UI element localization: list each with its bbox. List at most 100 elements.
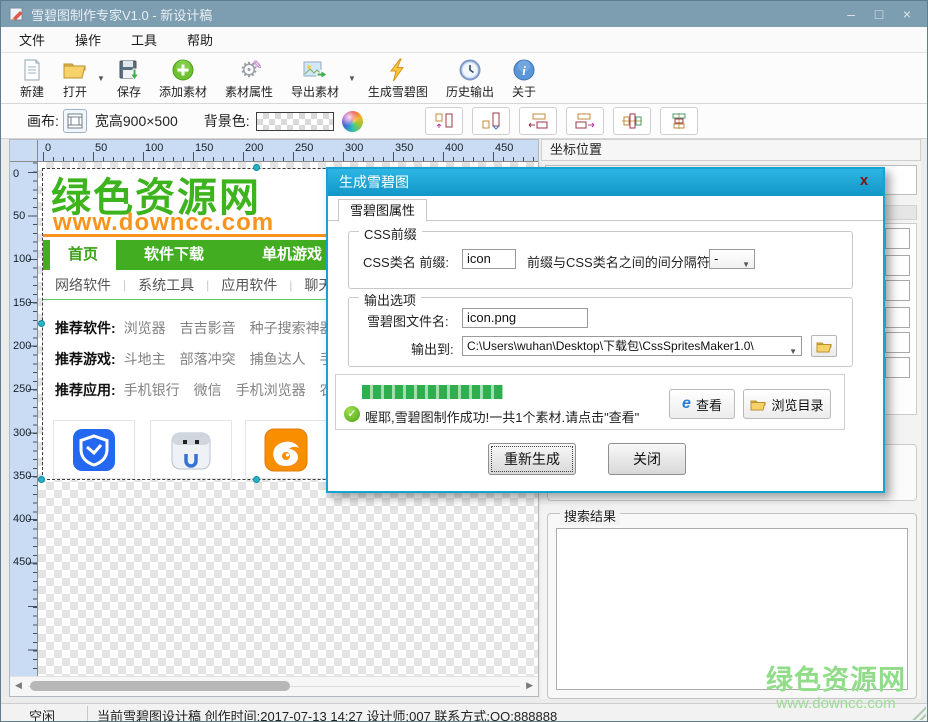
css-class-label: CSS类名 前缀: bbox=[363, 252, 449, 271]
window-title: 雪碧图制作专家V1.0 - 新设计稿 bbox=[31, 5, 212, 24]
material-properties-icon: ⚙ ✎ bbox=[240, 56, 259, 83]
coordinate-field[interactable] bbox=[885, 332, 910, 353]
save-icon bbox=[117, 56, 141, 83]
app-box-2 bbox=[150, 420, 232, 479]
view-button[interactable]: e 查看 bbox=[669, 389, 735, 419]
dialog-title-bar[interactable]: 生成雪碧图 bbox=[328, 169, 883, 196]
canvas-size-text: 宽高900×500 bbox=[95, 111, 178, 131]
selection-handle-left[interactable] bbox=[38, 320, 45, 327]
dialog-close-button[interactable]: x bbox=[855, 172, 873, 189]
status-bar: 空闲 当前雪碧图设计稿 创作时间:2017-07-13 14:27 设计师:00… bbox=[1, 703, 927, 722]
align-left-button[interactable] bbox=[519, 107, 557, 135]
material-properties-button[interactable]: ⚙ ✎ 素材属性 bbox=[216, 55, 282, 102]
dialog-close-action-button[interactable]: 关闭 bbox=[608, 443, 686, 475]
menu-help[interactable]: 帮助 bbox=[187, 30, 213, 49]
generate-sprite-icon bbox=[387, 56, 409, 83]
align-bottom-button[interactable] bbox=[472, 107, 510, 135]
separator-select[interactable]: - ▼ bbox=[709, 249, 755, 269]
status-idle-text: 空闲 bbox=[29, 706, 55, 722]
horizontal-ruler: 0 50 100 150 200 250 300 350 400 450 bbox=[38, 140, 538, 162]
center-vertical-button[interactable] bbox=[660, 107, 698, 135]
ie-browser-icon: e bbox=[682, 395, 691, 413]
folder-icon bbox=[750, 398, 766, 411]
ruler-corner bbox=[10, 140, 38, 162]
bg-color-label: 背景色: bbox=[204, 111, 250, 131]
new-document-icon bbox=[20, 56, 44, 83]
align-top-button[interactable] bbox=[425, 107, 463, 135]
scrollbar-thumb[interactable] bbox=[30, 681, 290, 691]
about-button[interactable]: i 关于 bbox=[503, 55, 545, 102]
color-wheel-icon[interactable] bbox=[342, 111, 363, 132]
generate-sprite-dialog: 生成雪碧图 x 雪碧图属性 CSS前缀 CSS类名 前缀: icon 前缀与CS… bbox=[326, 167, 885, 493]
site-nav-software: 软件下载 bbox=[126, 240, 222, 270]
uc-browser-icon bbox=[264, 428, 308, 472]
menu-edit[interactable]: 操作 bbox=[75, 30, 101, 49]
add-material-button[interactable]: 添加素材 bbox=[150, 55, 216, 102]
canvas-label: 画布: bbox=[27, 111, 59, 131]
generate-sprite-button[interactable]: 生成雪碧图 bbox=[359, 55, 437, 102]
chevron-down-icon: ▼ bbox=[742, 256, 750, 269]
coordinate-field[interactable] bbox=[885, 307, 910, 328]
title-bar[interactable]: 雪碧图制作专家V1.0 - 新设计稿 – □ × bbox=[1, 1, 927, 27]
app-box-3 bbox=[245, 420, 327, 479]
result-panel: ✓ 喔耶,雪碧图制作成功!一共1个素材.请点击"查看" e 查看 浏览目录 bbox=[335, 374, 845, 430]
output-options-group: 输出选项 雪碧图文件名: icon.png 输出到: C:\Users\wuha… bbox=[348, 297, 853, 367]
bg-color-swatch[interactable] bbox=[256, 112, 334, 131]
menu-tools[interactable]: 工具 bbox=[131, 30, 157, 49]
canvas-settings-bar: 画布: 宽高900×500 背景色: bbox=[1, 104, 927, 139]
coordinate-field[interactable] bbox=[885, 255, 910, 276]
search-results-title: 搜索结果 bbox=[560, 506, 620, 525]
history-output-button[interactable]: 历史输出 bbox=[437, 55, 503, 102]
coordinate-field[interactable] bbox=[885, 357, 910, 378]
css-class-input[interactable]: icon bbox=[462, 249, 516, 269]
export-dropdown-icon[interactable]: ▼ bbox=[348, 74, 356, 83]
selection-handle-top[interactable] bbox=[253, 164, 260, 171]
close-button[interactable]: × bbox=[893, 6, 921, 22]
new-button[interactable]: 新建 bbox=[11, 55, 53, 102]
export-material-button[interactable]: 导出素材 bbox=[282, 55, 348, 102]
output-path-label: 输出到: bbox=[411, 339, 454, 358]
add-material-icon bbox=[171, 56, 195, 83]
search-results-list[interactable] bbox=[556, 528, 908, 690]
center-horizontal-button[interactable] bbox=[613, 107, 651, 135]
browse-folder-button[interactable] bbox=[811, 335, 837, 357]
menu-file[interactable]: 文件 bbox=[19, 30, 45, 49]
save-button[interactable]: 保存 bbox=[108, 55, 150, 102]
vertical-ruler: 0 50 100 150 200 250 300 350 400 450 bbox=[10, 162, 38, 676]
site-logo-url: www.downcc.com bbox=[53, 209, 274, 237]
sprite-filename-input[interactable]: icon.png bbox=[462, 308, 588, 328]
coordinate-field[interactable] bbox=[885, 280, 910, 301]
tab-sprite-properties[interactable]: 雪碧图属性 bbox=[338, 199, 427, 222]
app-window: 雪碧图制作专家V1.0 - 新设计稿 – □ × 文件 操作 工具 帮助 新建 … bbox=[0, 0, 928, 722]
canvas-size-button[interactable] bbox=[63, 109, 87, 133]
browse-directory-button[interactable]: 浏览目录 bbox=[743, 389, 831, 419]
selection-handle-bottom-left[interactable] bbox=[38, 476, 45, 483]
export-material-icon bbox=[302, 56, 328, 83]
svg-text:i: i bbox=[522, 63, 526, 78]
history-output-icon bbox=[458, 56, 482, 83]
main-toolbar: 新建 打开 ▼ 保存 添加素材 ⚙ ✎ 素材属性 导出素材 bbox=[1, 53, 927, 104]
status-separator bbox=[87, 706, 88, 721]
folder-icon bbox=[816, 340, 832, 353]
selection-handle-bottom[interactable] bbox=[253, 476, 260, 483]
scroll-right-icon[interactable]: ▶ bbox=[526, 680, 533, 691]
maximize-button[interactable]: □ bbox=[865, 6, 893, 22]
regenerate-button[interactable]: 重新生成 bbox=[488, 443, 576, 475]
horizontal-scrollbar[interactable]: ◀ ▶ bbox=[10, 676, 538, 696]
app-box-1 bbox=[53, 420, 135, 479]
about-icon: i bbox=[512, 56, 536, 83]
open-button[interactable]: 打开 bbox=[53, 55, 97, 102]
align-right-button[interactable] bbox=[566, 107, 604, 135]
coordinates-panel-header: 坐标位置 bbox=[541, 139, 921, 161]
scroll-left-icon[interactable]: ◀ bbox=[15, 680, 22, 691]
usb-device-icon bbox=[168, 427, 214, 473]
output-path-combo[interactable]: C:\Users\wuhan\Desktop\下载包\CssSpritesMak… bbox=[462, 336, 802, 356]
separator-label: 前缀与CSS类名之间的间分隔符: bbox=[527, 252, 713, 271]
sprite-filename-label: 雪碧图文件名: bbox=[367, 311, 449, 330]
progress-bar bbox=[362, 385, 503, 399]
coordinate-field[interactable] bbox=[885, 228, 910, 249]
open-dropdown-icon[interactable]: ▼ bbox=[97, 74, 105, 83]
minimize-button[interactable]: – bbox=[837, 6, 865, 22]
success-check-icon: ✓ bbox=[344, 406, 360, 422]
open-folder-icon bbox=[62, 56, 88, 83]
